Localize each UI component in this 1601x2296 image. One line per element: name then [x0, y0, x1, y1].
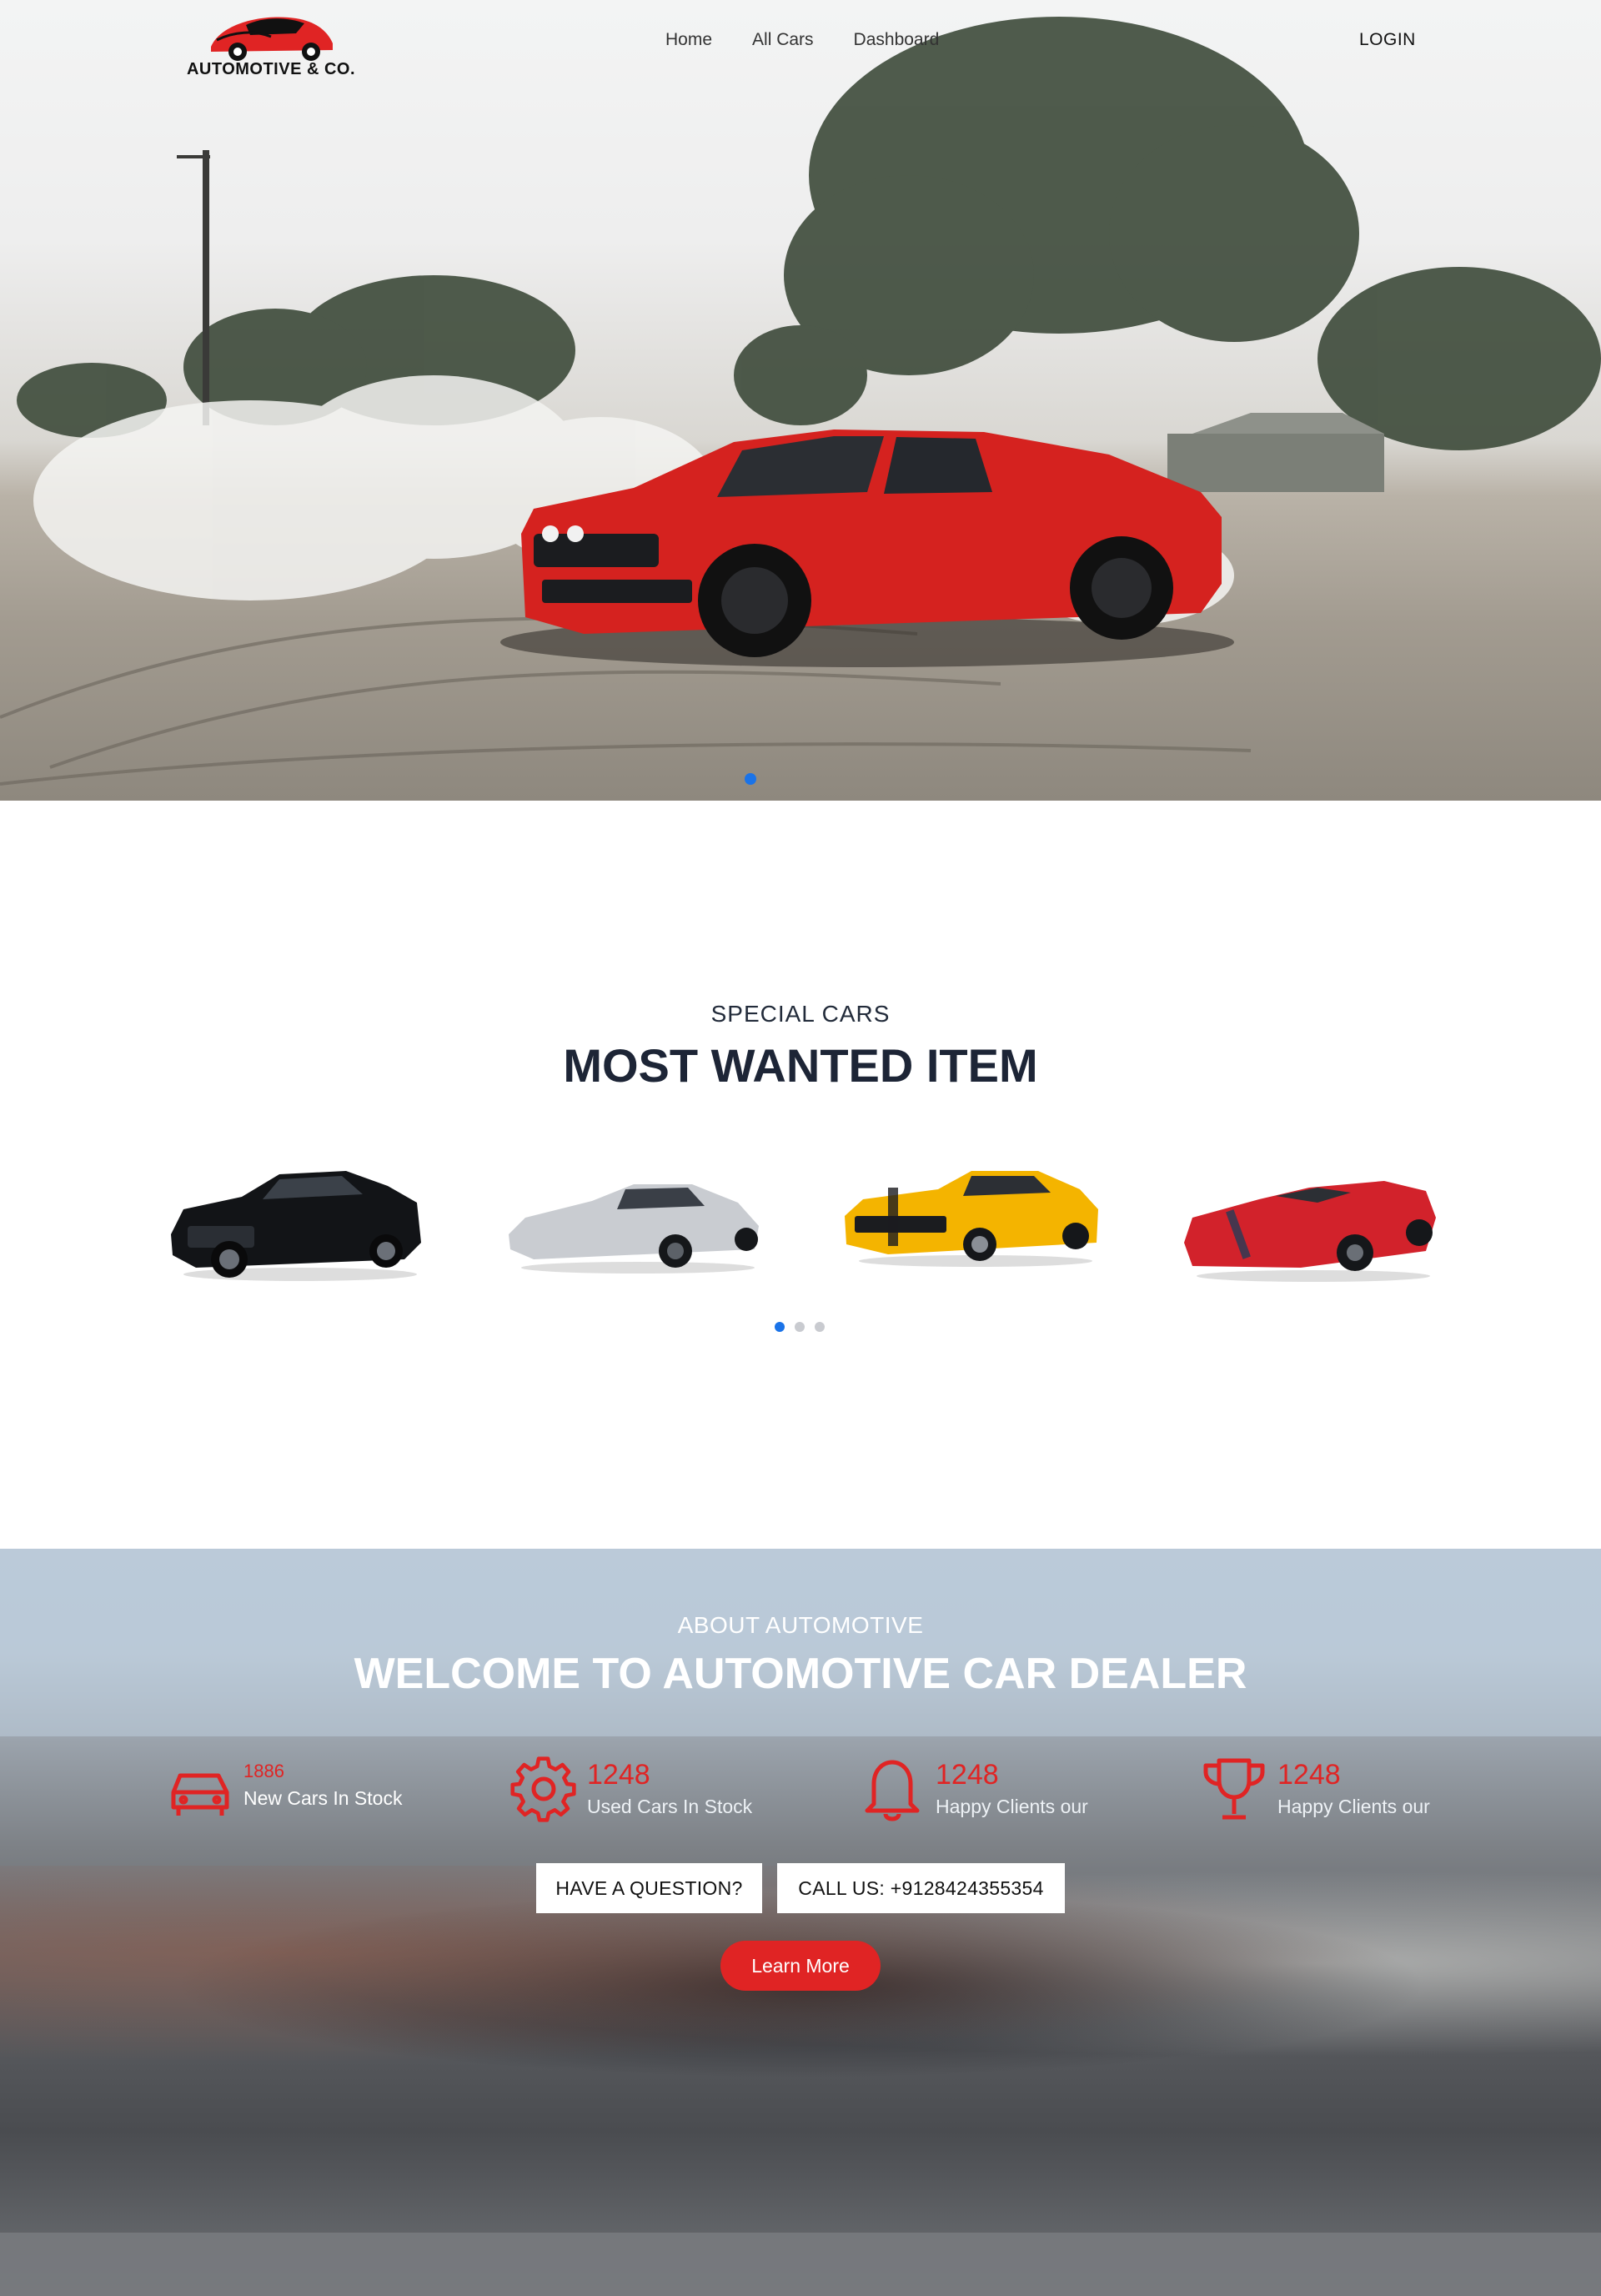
- gear-icon: [510, 1756, 576, 1822]
- silver-supercar-image: [509, 1184, 759, 1274]
- carousel-dot-3[interactable]: [815, 1322, 825, 1332]
- about-subtitle: ABOUT AUTOMOTIVE: [677, 1612, 924, 1638]
- section-subtitle: SPECIAL CARS: [710, 1001, 891, 1027]
- learn-more-button[interactable]: Learn More: [720, 1941, 881, 1991]
- car-card-red-convertible[interactable]: [1176, 1151, 1443, 1284]
- login-link[interactable]: LOGIN: [1359, 30, 1416, 50]
- hero-banner: AUTOMOTIVE & CO. Home All Cars Dashboard…: [0, 0, 1601, 801]
- stat-number: 1248: [936, 1759, 999, 1791]
- hero-image: [0, 17, 1601, 786]
- black-sedan-image: [171, 1171, 421, 1281]
- stat-label: New Cars In Stock: [243, 1787, 403, 1809]
- call-us-button[interactable]: CALL US: +9128424355354: [777, 1863, 1065, 1913]
- nav-links: Home All Cars Dashboard: [665, 30, 939, 50]
- trophy-icon: [1203, 1758, 1265, 1820]
- about-title: WELCOME TO AUTOMOTIVE CAR DEALER: [354, 1650, 1247, 1698]
- bottom-band: [0, 2233, 1601, 2296]
- nav-home[interactable]: Home: [665, 30, 712, 50]
- hero-slide-indicator[interactable]: [745, 773, 756, 785]
- stat-label: Happy Clients our: [936, 1796, 1088, 1817]
- nav-all-cars[interactable]: All Cars: [752, 30, 814, 50]
- nav-dashboard[interactable]: Dashboard: [854, 30, 940, 50]
- red-convertible-image: [1184, 1181, 1436, 1282]
- have-a-question-button[interactable]: HAVE A QUESTION?: [536, 1863, 762, 1913]
- about-section: ABOUT AUTOMOTIVE WELCOME TO AUTOMOTIVE C…: [0, 1549, 1601, 2296]
- carousel-dot-1[interactable]: [775, 1322, 785, 1332]
- stat-number: 1248: [1277, 1759, 1341, 1791]
- stat-label: Happy Clients our: [1277, 1796, 1430, 1817]
- section-title: MOST WANTED ITEM: [563, 1039, 1038, 1092]
- about-header-band: [0, 1549, 1601, 1736]
- top-navbar: AUTOMOTIVE & CO. Home All Cars Dashboard…: [0, 0, 1601, 83]
- special-cars-section: SPECIAL CARS MOST WANTED ITEM: [0, 801, 1601, 1549]
- car-card-yellow-muscle-car[interactable]: [838, 1151, 1105, 1284]
- stat-label: Used Cars In Stock: [587, 1796, 753, 1817]
- car-icon: [171, 1773, 229, 1816]
- bell-icon: [865, 1760, 920, 1821]
- brand-name: AUTOMOTIVE & CO.: [186, 60, 356, 78]
- stat-number: 1886: [243, 1761, 284, 1781]
- stat-number: 1248: [587, 1759, 650, 1791]
- brand-logo[interactable]: AUTOMOTIVE & CO.: [171, 7, 371, 82]
- logo-car-icon: [211, 17, 333, 61]
- car-card-black-sedan[interactable]: [163, 1151, 429, 1284]
- car-card-silver-supercar[interactable]: [500, 1151, 767, 1284]
- yellow-muscle-car-image: [845, 1171, 1098, 1267]
- car-carousel-dots: [775, 1322, 825, 1332]
- carousel-dot-2[interactable]: [795, 1322, 805, 1332]
